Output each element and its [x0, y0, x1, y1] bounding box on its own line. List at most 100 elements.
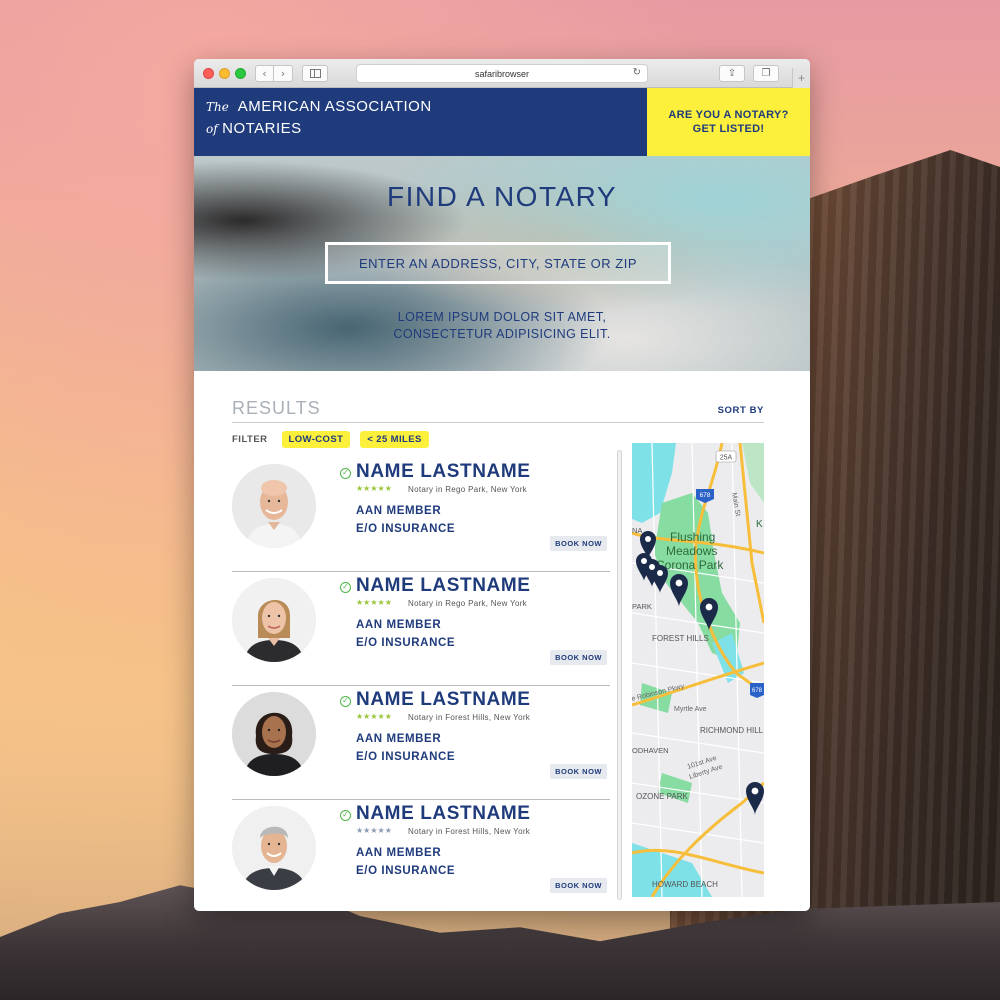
aan-member-badge: AAN MEMBER [356, 847, 442, 859]
tabs-icon: ❐ [761, 68, 771, 79]
notary-name[interactable]: NAME LASTNAME [356, 461, 531, 483]
results-map[interactable]: 25A 678 678 Flushing Meadows Corona Park… [632, 443, 764, 897]
sort-by-button[interactable]: SORT BY [718, 405, 764, 416]
notary-credentials: AAN MEMBER E/O INSURANCE [356, 616, 455, 652]
notary-card[interactable]: ✓ NAME LASTNAME ★★★★★ Notary in Rego Par… [232, 572, 610, 686]
map-label-richmond-hill: RICHMOND HILL [700, 726, 764, 735]
rating-stars: ★★★★★ [356, 712, 392, 721]
hero-subtitle: LOREM IPSUM DOLOR SIT AMET, CONSECTETUR … [194, 309, 810, 343]
logo-line-2: NOTARIES [222, 120, 302, 137]
rating-stars: ★★★★★ [356, 598, 392, 607]
browser-titlebar: ‹ › safaribrowser ↻ ⇪ ❐ + [194, 59, 810, 88]
notary-location: Notary in Forest Hills, New York [408, 827, 531, 836]
history-nav: ‹ › [255, 65, 293, 82]
hero-subtitle-line-2: CONSECTETUR ADIPISICING ELIT. [393, 327, 611, 341]
eo-insurance-badge: E/O INSURANCE [356, 865, 456, 877]
interstate-678-label-south: 678 [752, 688, 763, 694]
logo-line-1: AMERICAN ASSOCIATION [237, 98, 432, 115]
book-now-button[interactable]: BOOK NOW [550, 764, 607, 779]
verified-check-icon: ✓ [340, 468, 351, 479]
hero-banner: FIND A NOTARY ENTER AN ADDRESS, CITY, ST… [194, 156, 810, 371]
avatar [232, 464, 316, 548]
notary-location: Notary in Rego Park, New York [408, 485, 527, 494]
map-canvas[interactable]: 25A 678 678 Flushing Meadows Corona Park… [632, 443, 764, 897]
map-label-myrtle-ave: Myrtle Ave [674, 706, 707, 713]
route-25a-label: 25A [720, 455, 733, 462]
avatar-photo-woman-dark-hair [232, 692, 316, 776]
hero-title: FIND A NOTARY [386, 181, 618, 212]
reload-icon[interactable]: ↻ [633, 67, 641, 78]
rating-stars: ★★★★★ [356, 826, 392, 835]
back-button[interactable]: ‹ [255, 65, 274, 82]
map-label-na: NA [632, 526, 642, 535]
notary-location: Notary in Rego Park, New York [408, 599, 527, 608]
map-label-meadows: Meadows [666, 544, 717, 558]
map-label-flushing: Flushing [670, 530, 715, 544]
get-listed-button[interactable]: ARE YOU A NOTARY? GET LISTED! [647, 88, 810, 156]
share-icon: ⇪ [727, 68, 737, 79]
book-now-button[interactable]: BOOK NOW [550, 650, 607, 665]
results-scrollbar[interactable] [617, 450, 622, 900]
results-header: RESULTS SORT BY [232, 398, 764, 423]
plus-icon: + [797, 71, 805, 85]
get-listed-line-1: ARE YOU A NOTARY? [668, 109, 789, 121]
notary-location: Notary in Forest Hills, New York [408, 713, 531, 722]
address-bar[interactable]: safaribrowser ↻ [356, 64, 648, 83]
zoom-window-button[interactable] [235, 68, 246, 79]
hero-subtitle-line-1: LOREM IPSUM DOLOR SIT AMET, [397, 310, 607, 324]
sidebar-toggle-button[interactable] [302, 65, 328, 82]
site-header: The AMERICAN ASSOCIATION of NOTARIES ARE… [194, 88, 810, 156]
sidebar-icon [310, 69, 321, 78]
rating-stars: ★★★★★ [356, 484, 392, 493]
book-now-button[interactable]: BOOK NOW [550, 536, 607, 551]
map-label-forest-hills: FOREST HILLS [652, 634, 709, 643]
chevron-right-icon: › [280, 67, 286, 80]
map-label-woodhaven: ODHAVEN [632, 746, 669, 755]
notary-card[interactable]: ✓ NAME LASTNAME ★★★★★ Notary in Rego Par… [232, 458, 610, 572]
forward-button[interactable]: › [274, 65, 293, 82]
logo-of: of [206, 122, 218, 136]
close-window-button[interactable] [203, 68, 214, 79]
book-now-button[interactable]: BOOK NOW [550, 878, 607, 893]
location-search-input[interactable]: ENTER AN ADDRESS, CITY, STATE OR ZIP [325, 242, 671, 284]
location-search-placeholder: ENTER AN ADDRESS, CITY, STATE OR ZIP [358, 255, 638, 271]
notary-card[interactable]: ✓ NAME LASTNAME ★★★★★ Notary in Forest H… [232, 800, 610, 911]
chevron-left-icon: ‹ [262, 67, 267, 80]
avatar [232, 692, 316, 776]
eo-insurance-badge: E/O INSURANCE [356, 637, 456, 649]
verified-check-icon: ✓ [340, 582, 351, 593]
logo-the: The [206, 100, 229, 114]
filter-label: FILTER [232, 434, 268, 445]
site-logo[interactable]: The AMERICAN ASSOCIATION of NOTARIES [206, 96, 432, 140]
aan-member-badge: AAN MEMBER [356, 619, 442, 631]
minimize-window-button[interactable] [219, 68, 230, 79]
new-tab-button[interactable]: + [792, 68, 810, 88]
filter-chip-low-cost[interactable]: LOW-COST [281, 431, 351, 448]
avatar [232, 578, 316, 662]
show-tabs-button[interactable]: ❐ [753, 65, 779, 82]
eo-insurance-badge: E/O INSURANCE [356, 751, 456, 763]
notary-name[interactable]: NAME LASTNAME [356, 803, 531, 825]
share-button[interactable]: ⇪ [719, 65, 745, 82]
notary-credentials: AAN MEMBER E/O INSURANCE [356, 730, 455, 766]
aan-member-badge: AAN MEMBER [356, 733, 442, 745]
map-label-howard-beach: HOWARD BEACH [652, 880, 718, 889]
notary-name[interactable]: NAME LASTNAME [356, 575, 531, 597]
results-title: RESULTS [232, 398, 321, 418]
filter-row: FILTER LOW-COST < 25 MILES [232, 431, 439, 448]
browser-window: ‹ › safaribrowser ↻ ⇪ ❐ + The AMERICAN A… [194, 59, 810, 911]
filter-chip-distance[interactable]: < 25 MILES [360, 431, 429, 448]
address-bar-url: safaribrowser [474, 68, 530, 79]
notary-name[interactable]: NAME LASTNAME [356, 689, 531, 711]
aan-member-badge: AAN MEMBER [356, 505, 442, 517]
avatar-photo-grey-haired-man [232, 806, 316, 890]
eo-insurance-badge: E/O INSURANCE [356, 523, 456, 535]
map-label-ozone-park: OZONE PARK [636, 792, 689, 801]
verified-check-icon: ✓ [340, 696, 351, 707]
avatar-photo-bald-man [232, 464, 316, 548]
avatar [232, 806, 316, 890]
avatar-photo-woman-blonde [232, 578, 316, 662]
map-label-park: PARK [632, 602, 652, 611]
notary-card[interactable]: ✓ NAME LASTNAME ★★★★★ Notary in Forest H… [232, 686, 610, 800]
notary-results-list: ✓ NAME LASTNAME ★★★★★ Notary in Rego Par… [232, 458, 610, 911]
